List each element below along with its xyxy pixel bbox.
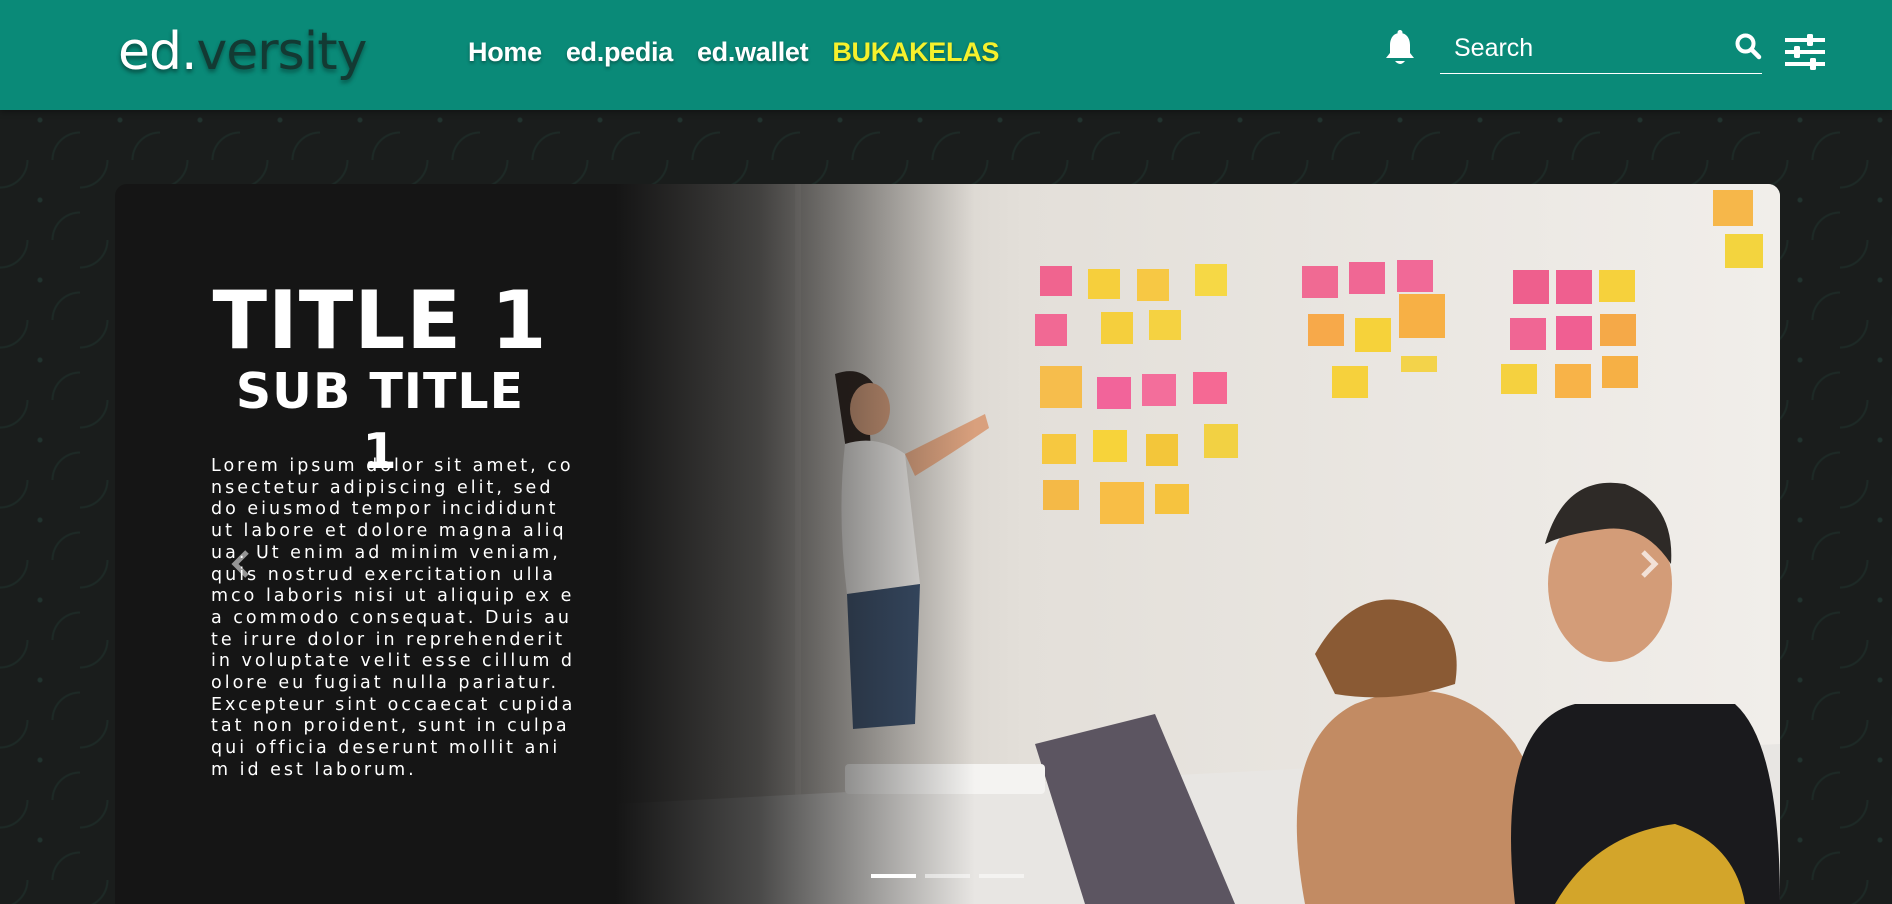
carousel-indicators: [871, 874, 1024, 878]
photo-gradient-overlay: [615, 184, 975, 904]
slide-title: TITLE 1: [212, 274, 548, 367]
sliders-menu-icon[interactable]: [1785, 33, 1825, 71]
logo-text-versity: versity: [196, 22, 368, 82]
site-logo[interactable]: ed.versity: [118, 22, 368, 82]
chevron-right-icon[interactable]: [1635, 544, 1663, 584]
search-box: [1440, 26, 1762, 74]
carousel-indicator-2[interactable]: [925, 874, 970, 878]
carousel-indicator-3[interactable]: [979, 874, 1024, 878]
main-nav: Home ed.pedia ed.wallet BUKAKELAS: [468, 37, 999, 68]
search-icon[interactable]: [1734, 32, 1762, 60]
nav-edwallet[interactable]: ed.wallet: [697, 37, 809, 68]
nav-bukakelas[interactable]: BUKAKELAS: [832, 37, 999, 68]
carousel-indicator-1[interactable]: [871, 874, 916, 878]
nav-edpedia[interactable]: ed.pedia: [566, 37, 673, 68]
search-input[interactable]: [1454, 32, 1714, 64]
chevron-left-icon[interactable]: [227, 544, 255, 584]
logo-text-ed: ed.: [118, 22, 198, 82]
slide-description: Lorem ipsum dolor sit amet, consectetur …: [211, 456, 576, 780]
top-navbar: ed.versity Home ed.pedia ed.wallet BUKAK…: [0, 0, 1892, 110]
bell-icon[interactable]: [1383, 30, 1417, 68]
hero-carousel: TITLE 1 SUB TITLE 1 Lorem ipsum dolor si…: [115, 184, 1780, 904]
nav-home[interactable]: Home: [468, 37, 542, 68]
